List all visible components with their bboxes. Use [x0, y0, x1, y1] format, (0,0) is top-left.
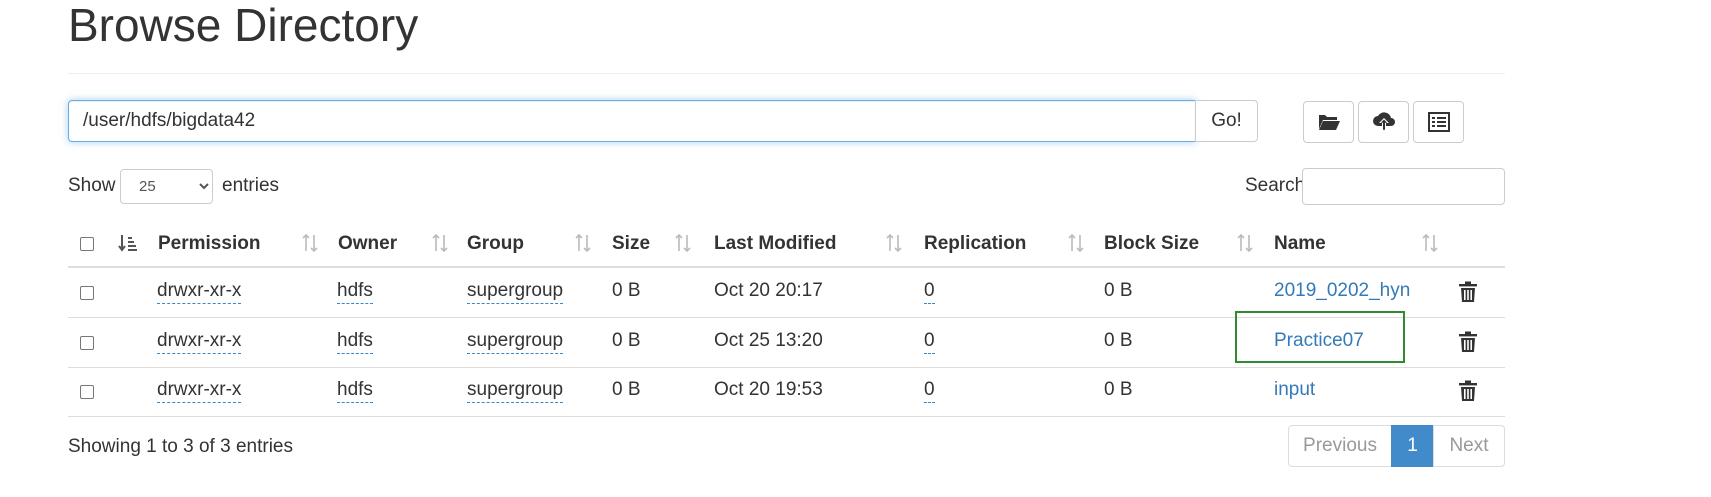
replication-cell[interactable]: 0 — [924, 379, 935, 403]
sort-icon[interactable] — [884, 232, 904, 254]
last-modified-cell: Oct 20 20:17 — [714, 280, 823, 301]
replication-cell[interactable]: 0 — [924, 280, 935, 304]
header-block-size[interactable]: Block Size — [1104, 233, 1199, 255]
directory-path-input[interactable] — [68, 100, 1196, 142]
header-replication[interactable]: Replication — [924, 233, 1026, 255]
owner-cell[interactable]: hdfs — [337, 379, 373, 403]
size-cell: 0 B — [612, 379, 641, 400]
header-group[interactable]: Group — [467, 233, 524, 255]
row-checkbox[interactable] — [80, 385, 94, 399]
block-size-cell: 0 B — [1104, 280, 1133, 301]
go-button[interactable]: Go! — [1195, 100, 1258, 142]
permission-cell[interactable]: drwxr-xr-x — [157, 280, 242, 304]
group-cell[interactable]: supergroup — [467, 330, 564, 354]
row-checkbox[interactable] — [80, 286, 94, 300]
size-cell: 0 B — [612, 330, 641, 351]
page-title: Browse Directory — [68, 0, 419, 51]
create-directory-button[interactable] — [1303, 101, 1354, 143]
cloud-upload-icon — [1372, 112, 1395, 130]
group-cell[interactable]: supergroup — [467, 280, 564, 304]
name-link[interactable]: 2019_0202_hyn — [1274, 280, 1410, 302]
sort-icon[interactable] — [430, 232, 450, 254]
sort-asc-icon[interactable] — [118, 233, 138, 253]
owner-cell[interactable]: hdfs — [337, 330, 373, 354]
sort-icon[interactable] — [573, 232, 593, 254]
current-page-button[interactable]: 1 — [1391, 425, 1434, 467]
folder-open-icon — [1317, 115, 1340, 130]
header-last-modified[interactable]: Last Modified — [714, 233, 836, 255]
header-size[interactable]: Size — [612, 233, 650, 255]
next-page-button[interactable]: Next — [1433, 425, 1505, 467]
group-cell[interactable]: supergroup — [467, 379, 564, 403]
search-input[interactable] — [1302, 168, 1505, 205]
sort-icon[interactable] — [1066, 232, 1086, 254]
table-row: drwxr-xr-x hdfs supergroup 0 B Oct 20 19… — [68, 367, 1505, 417]
permission-cell[interactable]: drwxr-xr-x — [157, 330, 242, 354]
sort-icon[interactable] — [1420, 232, 1440, 254]
sort-icon[interactable] — [1235, 232, 1255, 254]
list-alt-icon — [1427, 112, 1450, 132]
trash-icon[interactable] — [1458, 281, 1478, 303]
replication-cell[interactable]: 0 — [924, 330, 935, 354]
size-cell: 0 B — [612, 280, 641, 301]
cut-paste-button[interactable] — [1413, 101, 1464, 143]
entries-label: entries — [222, 175, 280, 196]
block-size-cell: 0 B — [1104, 379, 1133, 400]
last-modified-cell: Oct 20 19:53 — [714, 379, 823, 400]
highlight-box — [1235, 311, 1405, 363]
trash-icon[interactable] — [1458, 380, 1478, 402]
divider — [68, 73, 1505, 74]
last-modified-cell: Oct 25 13:20 — [714, 330, 823, 351]
row-checkbox[interactable] — [80, 336, 94, 350]
header-owner[interactable]: Owner — [338, 233, 397, 255]
sort-icon[interactable] — [300, 232, 320, 254]
name-link[interactable]: input — [1274, 379, 1315, 401]
header-name[interactable]: Name — [1274, 233, 1326, 255]
owner-cell[interactable]: hdfs — [337, 280, 373, 304]
previous-page-button[interactable]: Previous — [1288, 425, 1392, 467]
permission-cell[interactable]: drwxr-xr-x — [157, 379, 242, 403]
select-all-checkbox[interactable] — [80, 237, 94, 251]
header-permission[interactable]: Permission — [158, 233, 260, 255]
block-size-cell: 0 B — [1104, 330, 1133, 351]
upload-button[interactable] — [1358, 101, 1409, 143]
search-label: Search: — [1245, 175, 1311, 196]
table-info: Showing 1 to 3 of 3 entries — [68, 436, 293, 457]
trash-icon[interactable] — [1458, 331, 1478, 353]
sort-icon[interactable] — [673, 232, 693, 254]
entries-per-page-select[interactable]: 25 — [120, 169, 213, 204]
show-label: Show — [68, 175, 116, 196]
